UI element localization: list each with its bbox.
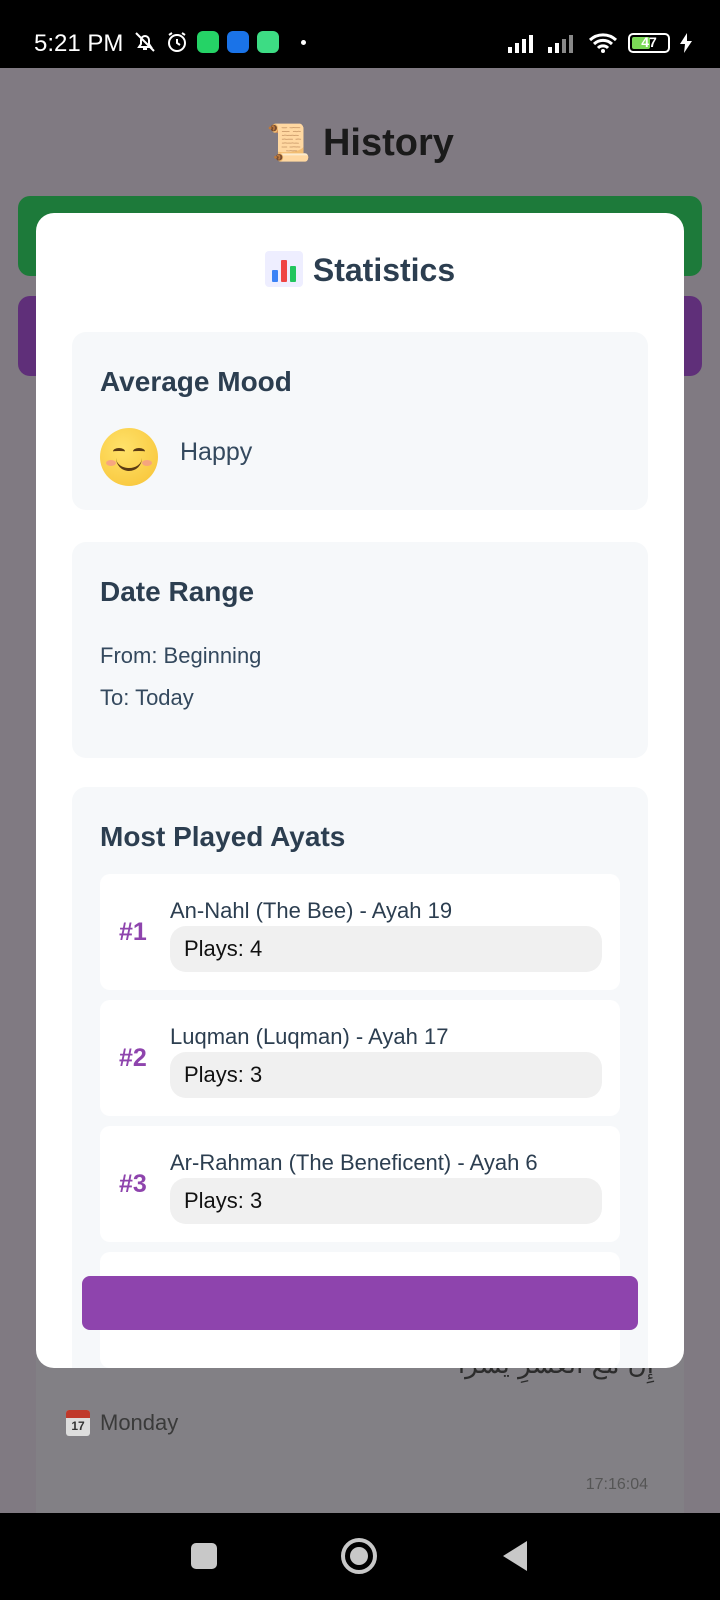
list-item[interactable]: #1 An-Nahl (The Bee) - Ayah 19 Plays: 4 bbox=[100, 874, 620, 990]
page-title-text: History bbox=[322, 122, 454, 164]
page-title: 📜 History bbox=[0, 122, 720, 165]
entry-day: 17 Monday bbox=[66, 1410, 178, 1436]
date-range-section: Date Range From: Beginning To: Today bbox=[72, 542, 648, 758]
messages-icon bbox=[227, 31, 249, 53]
whatsapp-icon bbox=[197, 31, 219, 53]
modal-title: Statistics bbox=[36, 251, 684, 289]
statistics-modal: Statistics Average Mood Happy Date Range… bbox=[36, 213, 684, 1368]
average-mood-section: Average Mood Happy bbox=[72, 332, 648, 510]
play-count: Plays: 3 bbox=[170, 1052, 602, 1098]
battery-icon: 47 bbox=[628, 33, 670, 53]
list-item[interactable]: #2 Luqman (Luqman) - Ayah 17 Plays: 3 bbox=[100, 1000, 620, 1116]
charging-icon bbox=[680, 33, 692, 53]
play-count: Plays: 4 bbox=[170, 926, 602, 972]
list-item[interactable]: #3 Ar-Rahman (The Beneficent) - Ayah 6 P… bbox=[100, 1126, 620, 1242]
back-button[interactable] bbox=[503, 1541, 527, 1571]
calendar-icon: 17 bbox=[66, 1410, 90, 1436]
more-notifications-icon bbox=[301, 39, 306, 45]
ayah-name: Ar-Rahman (The Beneficent) - Ayah 6 bbox=[170, 1150, 538, 1175]
recent-apps-button[interactable] bbox=[191, 1543, 217, 1569]
date-to: To: Today bbox=[100, 685, 194, 710]
wifi-icon bbox=[588, 33, 618, 53]
date-from: From: Beginning bbox=[100, 643, 262, 668]
signal-2-icon bbox=[548, 35, 573, 53]
battery-level: 47 bbox=[641, 34, 657, 50]
navigation-bar bbox=[0, 1513, 720, 1600]
ayah-rank: #1 bbox=[119, 918, 147, 946]
smiling-face-icon bbox=[100, 428, 158, 486]
average-mood-heading: Average Mood bbox=[100, 366, 292, 397]
ayah-rank: #3 bbox=[119, 1170, 147, 1198]
mood-value: Happy bbox=[180, 438, 253, 466]
most-played-heading: Most Played Ayats bbox=[100, 821, 346, 852]
android-app-icon bbox=[257, 31, 279, 53]
ayah-name: Luqman (Luqman) - Ayah 17 bbox=[170, 1024, 449, 1049]
day-label: Monday bbox=[100, 1410, 179, 1435]
modal-title-text: Statistics bbox=[312, 252, 456, 288]
bell-off-icon bbox=[135, 32, 155, 52]
alarm-icon bbox=[168, 32, 186, 52]
ayah-rank: #2 bbox=[119, 1044, 147, 1072]
status-bar: 5:21 PM 47 bbox=[0, 0, 720, 68]
home-button[interactable] bbox=[341, 1538, 377, 1574]
system-icons: 47 bbox=[508, 32, 692, 54]
signal-icon bbox=[508, 35, 533, 53]
date-range-heading: Date Range bbox=[100, 576, 255, 607]
scroll-icon: 📜 bbox=[266, 122, 311, 163]
bar-chart-icon bbox=[264, 251, 303, 287]
play-count: Plays: 3 bbox=[170, 1178, 602, 1224]
status-time: 5:21 PM bbox=[34, 30, 124, 57]
entry-timestamp: 17:16:04 bbox=[585, 1476, 648, 1493]
close-button[interactable] bbox=[82, 1276, 638, 1330]
notification-icons bbox=[133, 30, 306, 54]
ayah-name: An-Nahl (The Bee) - Ayah 19 bbox=[170, 898, 453, 923]
